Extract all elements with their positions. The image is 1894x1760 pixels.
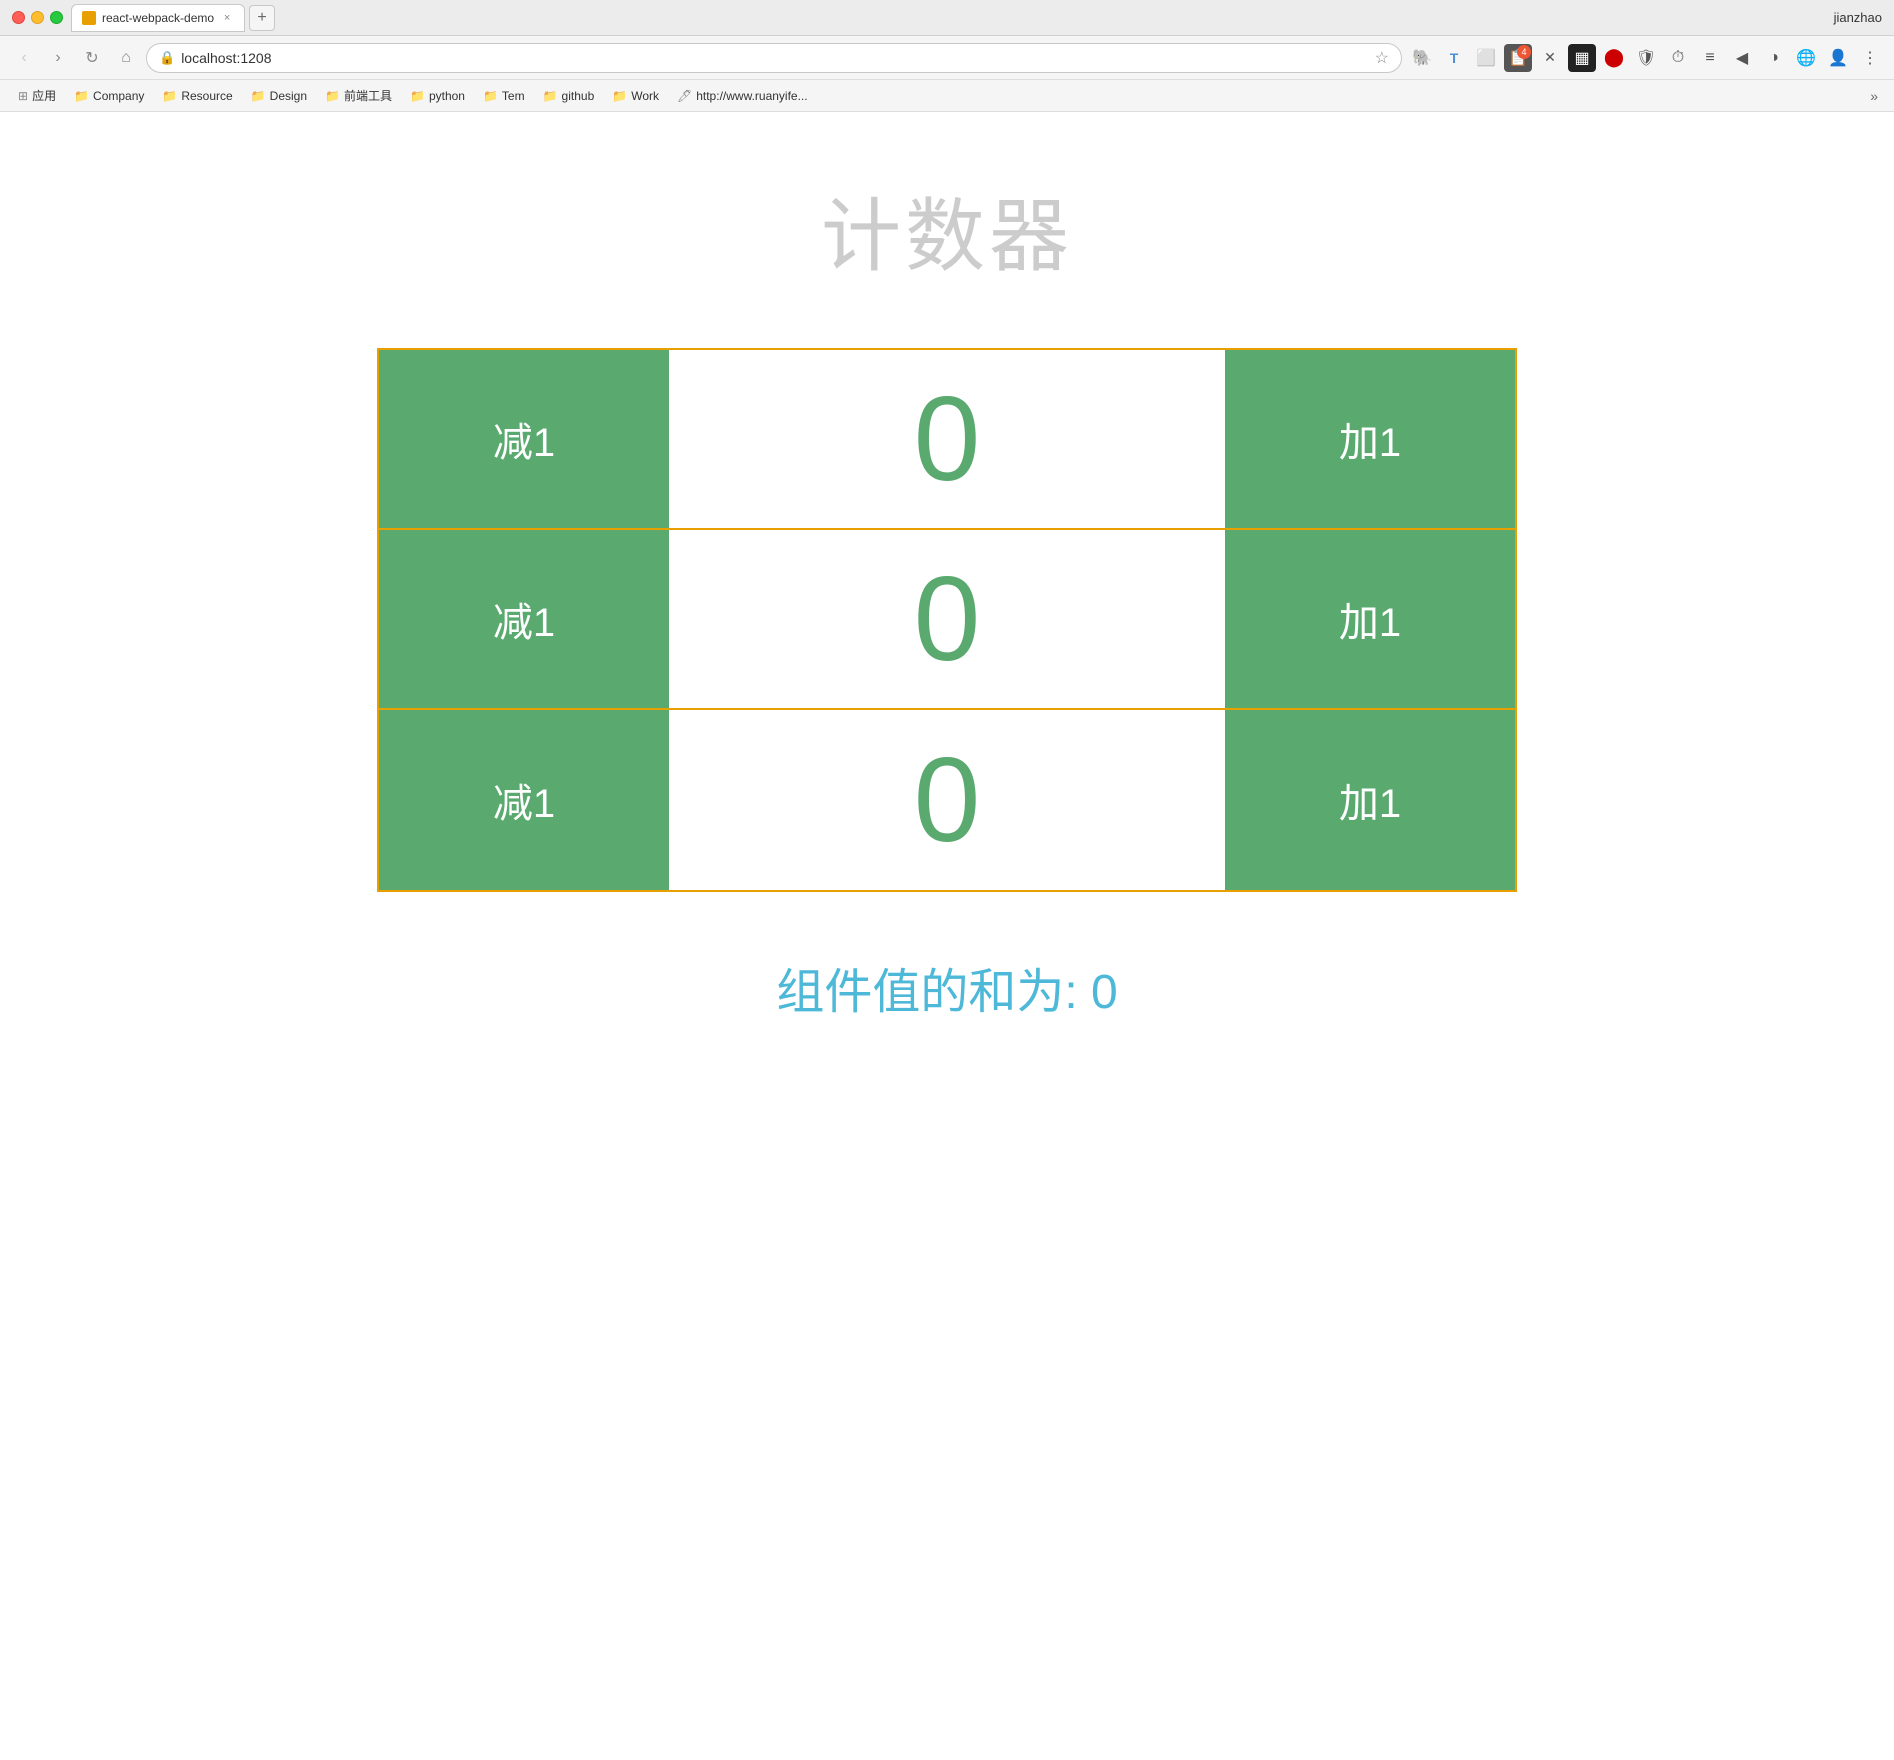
folder-icon: 📁 <box>325 89 340 103</box>
time-icon[interactable]: ⏱ <box>1664 44 1692 72</box>
bookmark-python[interactable]: 📁 python <box>402 86 473 106</box>
capture-icon[interactable]: ⬜ <box>1472 44 1500 72</box>
page-icon: 🖊 <box>677 89 692 103</box>
counter-value-3: 0 <box>669 710 1225 890</box>
back-button[interactable]: ‹ <box>10 44 38 72</box>
minimize-window-button[interactable] <box>31 11 44 24</box>
clipboard-icon[interactable]: 📋 4 <box>1504 44 1532 72</box>
new-tab-button[interactable]: + <box>249 5 275 31</box>
url-text: localhost:1208 <box>181 50 1368 66</box>
blocker-icon[interactable]: 🛡 <box>1632 44 1660 72</box>
bookmark-github[interactable]: 📁 github <box>535 86 603 106</box>
counter-grid: 减1 0 加1 减1 0 加1 减1 0 加1 <box>377 348 1517 892</box>
page-content: 计数器 减1 0 加1 减1 0 加1 减1 0 加1 组件值的和为: 0 <box>0 112 1894 1062</box>
sum-display: 组件值的和为: 0 <box>776 952 1117 1022</box>
counter-row-2: 减1 0 加1 <box>379 530 1515 710</box>
folder-icon: 📁 <box>543 89 558 103</box>
traffic-lights <box>12 11 63 24</box>
active-tab[interactable]: react-webpack-demo × <box>71 4 245 32</box>
maximize-window-button[interactable] <box>50 11 63 24</box>
tab-title: react-webpack-demo <box>102 11 214 25</box>
menu-icon[interactable]: ⋮ <box>1856 44 1884 72</box>
notes-icon[interactable]: ≡ <box>1696 44 1724 72</box>
bookmark-ruanyife[interactable]: 🖊 http://www.ruanyife... <box>669 86 816 106</box>
apps-grid-icon: ⊞ <box>18 89 28 103</box>
decrement-button-1[interactable]: 减1 <box>379 350 669 528</box>
refresh-button[interactable]: ↻ <box>78 44 106 72</box>
bookmark-frontend-tools[interactable]: 📁 前端工具 <box>317 84 400 107</box>
translate-icon[interactable]: T <box>1440 44 1468 72</box>
tab-close-button[interactable]: × <box>220 11 234 25</box>
folder-icon: 📁 <box>74 89 89 103</box>
clipboard-badge: 4 <box>1517 45 1531 59</box>
lock-icon: 🔒 <box>159 50 175 66</box>
increment-button-2[interactable]: 加1 <box>1225 530 1515 708</box>
window-user: jianzhao <box>1834 10 1882 25</box>
globe-icon[interactable]: 🌐 <box>1792 44 1820 72</box>
folder-icon: 📁 <box>612 89 627 103</box>
bookmark-tem[interactable]: 📁 Tem <box>475 86 533 106</box>
evernote-icon[interactable]: 🐘 <box>1408 44 1436 72</box>
bookmark-star-icon[interactable]: ☆ <box>1375 48 1389 68</box>
forward-button[interactable]: › <box>44 44 72 72</box>
decrement-button-2[interactable]: 减1 <box>379 530 669 708</box>
bookmark-company[interactable]: 📁 Company <box>66 86 152 106</box>
address-bar[interactable]: 🔒 localhost:1208 ☆ <box>146 43 1402 73</box>
qr-icon[interactable]: ▦ <box>1568 44 1596 72</box>
titlebar: react-webpack-demo × + jianzhao <box>0 0 1894 36</box>
ext2-icon[interactable]: ◑ <box>1760 44 1788 72</box>
close-icon[interactable]: ✕ <box>1536 44 1564 72</box>
folder-icon: 📁 <box>410 89 425 103</box>
bookmark-apps[interactable]: ⊞ 应用 <box>10 84 64 107</box>
close-window-button[interactable] <box>12 11 25 24</box>
bookmarks-bar: ⊞ 应用 📁 Company 📁 Resource 📁 Design 📁 前端工… <box>0 80 1894 112</box>
folder-icon: 📁 <box>162 89 177 103</box>
avatar-icon[interactable]: 👤 <box>1824 44 1852 72</box>
lastpass-icon[interactable]: ⬤ <box>1600 44 1628 72</box>
home-button[interactable]: ⌂ <box>112 44 140 72</box>
ext1-icon[interactable]: ◀ <box>1728 44 1756 72</box>
increment-button-1[interactable]: 加1 <box>1225 350 1515 528</box>
bookmark-resource[interactable]: 📁 Resource <box>154 86 240 106</box>
tab-favicon <box>82 11 96 25</box>
toolbar: ‹ › ↻ ⌂ 🔒 localhost:1208 ☆ 🐘 T ⬜ 📋 4 ✕ ▦… <box>0 36 1894 80</box>
folder-icon: 📁 <box>251 89 266 103</box>
counter-value-1: 0 <box>669 350 1225 528</box>
page-title: 计数器 <box>821 172 1073 288</box>
counter-row-1: 减1 0 加1 <box>379 350 1515 530</box>
counter-value-2: 0 <box>669 530 1225 708</box>
bookmarks-overflow-button[interactable]: » <box>1864 84 1884 108</box>
counter-row-3: 减1 0 加1 <box>379 710 1515 890</box>
decrement-button-3[interactable]: 减1 <box>379 710 669 890</box>
bookmark-design[interactable]: 📁 Design <box>243 86 315 106</box>
bookmark-work[interactable]: 📁 Work <box>604 86 667 106</box>
folder-icon: 📁 <box>483 89 498 103</box>
toolbar-extensions: 🐘 T ⬜ 📋 4 ✕ ▦ ⬤ 🛡 ⏱ ≡ ◀ ◑ 🌐 👤 ⋮ <box>1408 44 1884 72</box>
tab-bar: react-webpack-demo × + <box>71 4 1826 32</box>
increment-button-3[interactable]: 加1 <box>1225 710 1515 890</box>
